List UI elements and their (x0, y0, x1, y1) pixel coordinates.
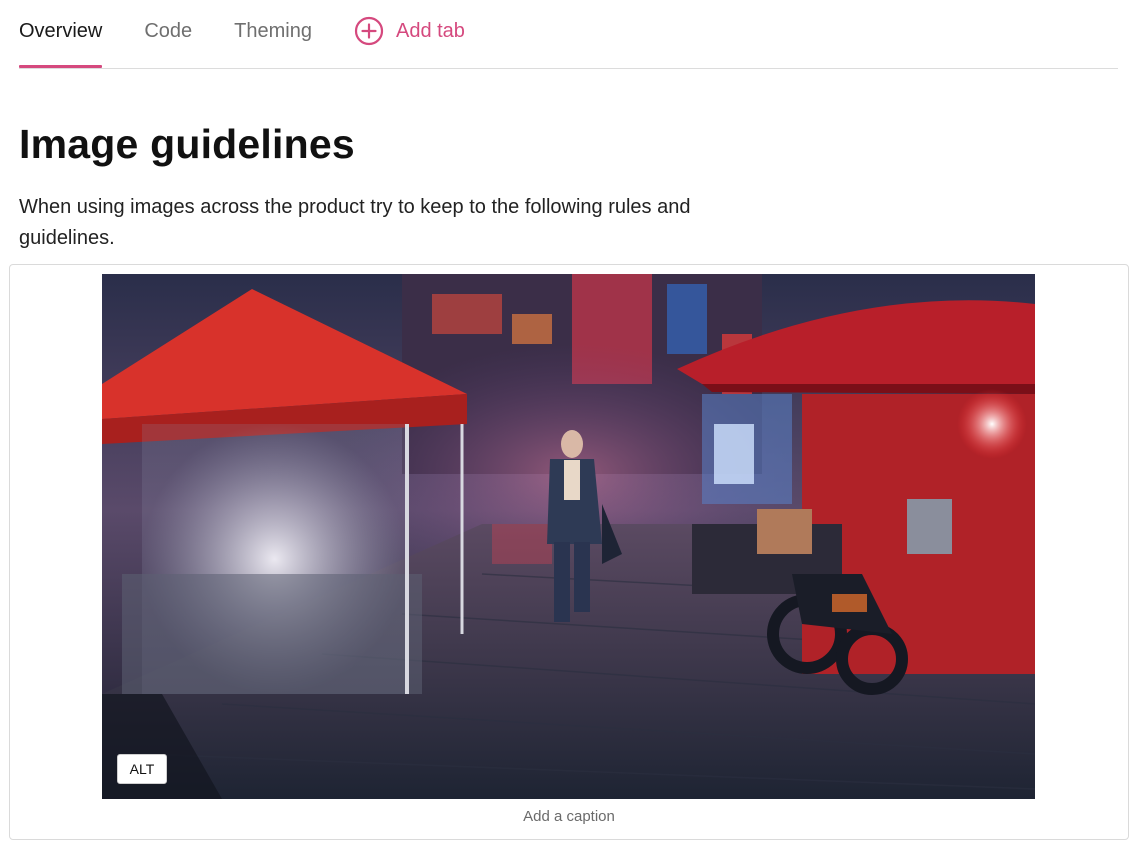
tab-code[interactable]: Code (144, 0, 192, 67)
page-description: When using images across the product try… (19, 196, 691, 249)
tab-bar: Overview Code Theming Add tab (19, 0, 1118, 69)
add-tab-label: Add tab (395, 19, 465, 42)
page-title: Image guidelines (19, 121, 355, 167)
plus-circle-icon (354, 16, 384, 46)
image-block[interactable]: ALT Add a caption (9, 264, 1129, 840)
tab-theming[interactable]: Theming (234, 0, 312, 67)
add-tab-button[interactable]: Add tab (354, 0, 465, 62)
photo-illustration (102, 274, 1035, 799)
tab-overview[interactable]: Overview (19, 0, 103, 68)
page: Overview Code Theming Add tab Image guid… (0, 0, 1148, 852)
alt-text-button[interactable]: ALT (117, 754, 167, 784)
night-market-photo[interactable]: ALT (102, 274, 1035, 799)
caption-input[interactable]: Add a caption (10, 808, 1128, 825)
